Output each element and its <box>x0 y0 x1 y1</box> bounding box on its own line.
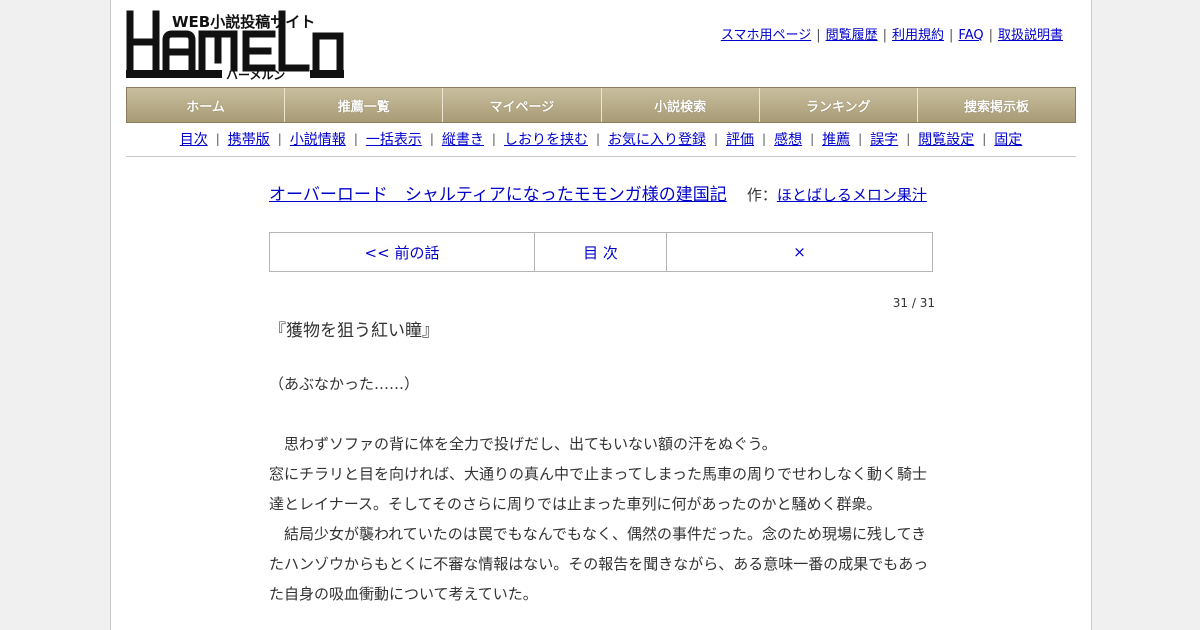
separator: | <box>429 132 434 146</box>
author-link[interactable]: ほとばしるメロン果汁 <box>777 186 927 204</box>
novel-title-link[interactable]: オーバーロード シャルティアになったモモンガ様の建国記 <box>269 185 727 205</box>
separator: | <box>810 132 815 146</box>
separator: | <box>353 132 358 146</box>
separator: | <box>714 132 719 146</box>
sub-nav-toc[interactable]: 目次 <box>180 129 208 149</box>
author-prefix: 作： <box>746 186 777 204</box>
separator: | <box>982 132 987 146</box>
sub-nav-recommend[interactable]: 推薦 <box>822 129 850 149</box>
logo-kana-text: ハーメルン <box>226 68 285 80</box>
toc-link[interactable]: 目 次 <box>535 233 667 271</box>
sub-nav-vertical[interactable]: 縦書き <box>442 129 484 149</box>
main-nav-ranking[interactable]: ランキング <box>760 88 918 122</box>
top-link-manual[interactable]: 取扱説明書 <box>998 28 1063 43</box>
body-paragraph: 窓にチラリと目を向ければ、大通りの真ん中で止まってしまった馬車の周りでせわしなく… <box>269 465 928 513</box>
body-paragraph: （あぶなかった……） <box>269 375 420 393</box>
separator: | <box>906 132 911 146</box>
sub-nav-favorite[interactable]: お気に入り登録 <box>608 129 706 149</box>
sub-nav-novel-info[interactable]: 小説情報 <box>290 129 346 149</box>
novel-content: オーバーロード シャルティアになったモモンガ様の建国記 作：ほとばしるメロン果汁 … <box>269 180 935 609</box>
sub-nav: 目次 | 携帯版 | 小説情報 | 一括表示 | 縦書き | しおりを挟む | お気に入り登… <box>126 122 1076 157</box>
top-link-smartphone[interactable]: スマホ用ページ <box>721 28 811 43</box>
logo-bar-right <box>310 70 344 78</box>
main-nav-search[interactable]: 小説検索 <box>602 88 760 122</box>
sub-nav-pin[interactable]: 固定 <box>994 129 1022 149</box>
main-nav-mypage[interactable]: マイページ <box>443 88 602 122</box>
next-chapter-disabled: × <box>793 243 806 261</box>
chapter-title: 『獲物を狙う紅い瞳』 <box>269 321 439 341</box>
separator: | <box>215 132 220 146</box>
separator: | <box>595 132 600 146</box>
page-count: 31 / 31 <box>892 296 935 310</box>
chapter-nav: << 前の話 目 次 × <box>269 232 933 272</box>
body-paragraph: 思わずソファの背に体を全力で投げだし、出てもいない額の汗をぬぐう。 <box>269 435 777 453</box>
sub-nav-mobile[interactable]: 携帯版 <box>228 129 270 149</box>
separator: | <box>762 132 767 146</box>
sub-nav-review[interactable]: 感想 <box>774 129 802 149</box>
chapter-body: （あぶなかった……） 思わずソファの背に体を全力で投げだし、出てもいない額の汗を… <box>269 369 935 609</box>
main-nav-home[interactable]: ホーム <box>127 88 286 122</box>
main-nav: ホーム 推薦一覧 マイページ 小説検索 ランキング 捜索掲示板 <box>126 87 1076 123</box>
logo-bar-left <box>126 70 222 78</box>
logo-top-text: WEB小説投稿サイト <box>172 13 315 31</box>
sub-nav-typo[interactable]: 誤字 <box>870 129 898 149</box>
sub-nav-display-settings[interactable]: 閲覧設定 <box>918 129 974 149</box>
main-nav-recommend[interactable]: 推薦一覧 <box>285 88 444 122</box>
separator: | <box>882 28 887 43</box>
prev-chapter-link[interactable]: << 前の話 <box>270 233 535 271</box>
main-nav-board[interactable]: 捜索掲示板 <box>918 88 1075 122</box>
sub-nav-rating[interactable]: 評価 <box>726 129 754 149</box>
top-link-terms[interactable]: 利用規約 <box>892 28 944 43</box>
page-container: WEB小説投稿サイト ハーメルン スマホ用ページ | 閲覧履歴 | 利用規約 | FAQ | 取… <box>110 0 1092 630</box>
separator: | <box>858 132 863 146</box>
hameln-logo[interactable]: WEB小説投稿サイト ハーメルン <box>126 10 346 80</box>
sub-nav-show-all[interactable]: 一括表示 <box>366 129 422 149</box>
separator: | <box>277 132 282 146</box>
separator: | <box>491 132 496 146</box>
sub-nav-bookmark[interactable]: しおりを挟む <box>504 129 588 149</box>
top-links: スマホ用ページ | 閲覧履歴 | 利用規約 | FAQ | 取扱説明書 <box>721 24 1063 43</box>
top-link-faq[interactable]: FAQ <box>958 28 983 43</box>
separator: | <box>816 28 821 43</box>
separator: | <box>949 28 954 43</box>
novel-header: オーバーロード シャルティアになったモモンガ様の建国記 作：ほとばしるメロン果汁 <box>269 180 935 210</box>
top-link-history[interactable]: 閲覧履歴 <box>826 28 878 43</box>
body-paragraph: 結局少女が襲われていたのは罠でもなんでもなく、偶然の事件だった。念のため現場に残… <box>269 525 929 603</box>
separator: | <box>988 28 993 43</box>
body-blank-line <box>269 399 935 429</box>
